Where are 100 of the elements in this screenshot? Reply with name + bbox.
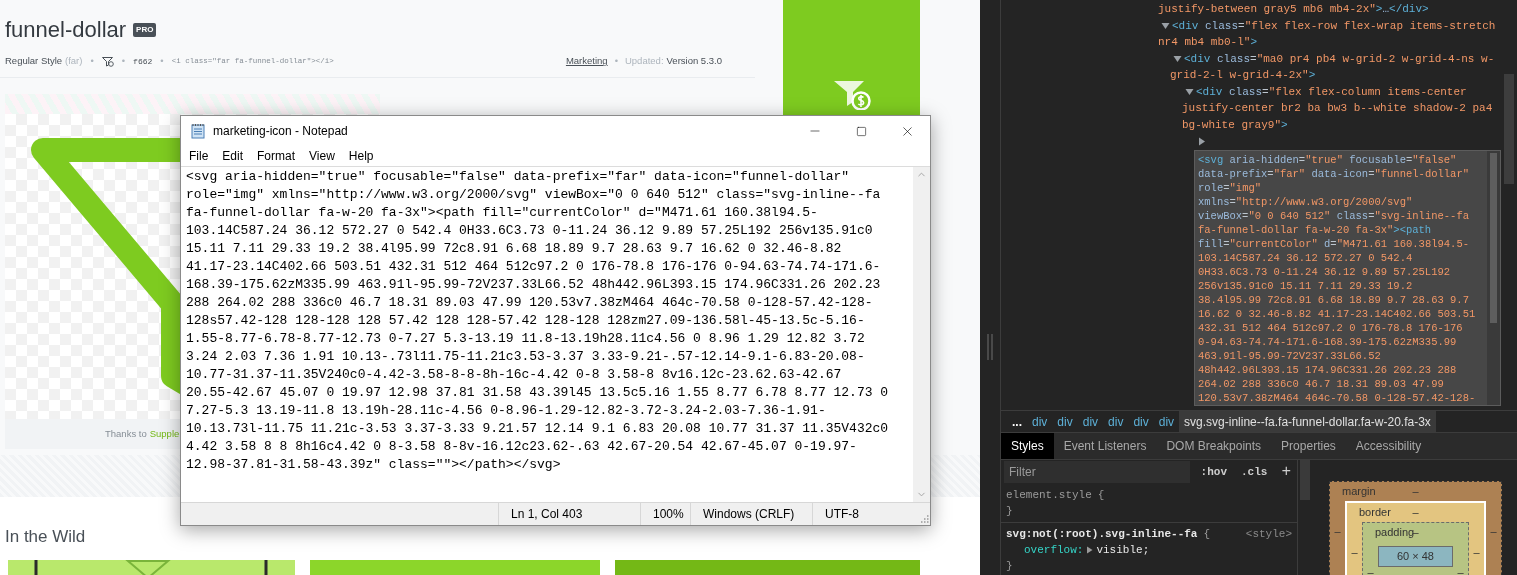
- code-line: 463.91l-95.99-72V237.33L66.52: [1198, 348, 1381, 363]
- menu-item[interactable]: Help: [341, 147, 381, 165]
- style-source[interactable]: <style>: [1245, 526, 1292, 542]
- breadcrumb-item[interactable]: div: [1128, 411, 1154, 432]
- box-label: border: [1359, 505, 1391, 521]
- expanded-caret-icon[interactable]: [1173, 54, 1182, 64]
- text-line: 41.17-23.14C402.66 503.51 432.31 512 464 512c97.2 0 176-78.8 176-176 0-94.63-74.74-171.6-: [186, 258, 881, 276]
- box-value: –: [1350, 545, 1359, 560]
- box-value: –: [1472, 545, 1481, 560]
- pro-badge: PRO: [133, 23, 157, 37]
- collapsed-caret-icon[interactable]: [1197, 136, 1206, 146]
- box-value: –: [1412, 484, 1419, 500]
- css-brace: {: [1097, 488, 1105, 503]
- box-value: –: [1366, 565, 1375, 575]
- text-line: 288 264.02 288 336c0 46.7 18.31 89.03 47.99 120.53v7.38zM464 464c-70.58 0-128-57.42-128-: [186, 294, 873, 312]
- code-line: role="img": [1198, 180, 1262, 195]
- expanded-caret-icon[interactable]: [1161, 21, 1170, 31]
- expand-caret-icon[interactable]: [1086, 546, 1094, 554]
- menu-item[interactable]: Edit: [215, 147, 251, 165]
- scrollbar[interactable]: [913, 167, 930, 502]
- code-line: 256v135.91c0 15.11 7.11 29.33 19.2: [1198, 278, 1413, 293]
- code-line: fa-funnel-dollar fa-w-20 fa-3x"><path: [1198, 222, 1432, 237]
- breadcrumb-item[interactable]: div: [1027, 411, 1053, 432]
- credit-text: Thanks to: [105, 426, 147, 441]
- box-value: –: [1456, 565, 1465, 575]
- code-line: justify-center br2 ba bw3 b--white shadow-2 pa4: [1182, 101, 1493, 116]
- panel-tab[interactable]: Event Listeners: [1053, 433, 1157, 459]
- css-selector: element.style: [1006, 488, 1092, 503]
- text-line: <svg aria-hidden="true" focusable="false" data-prefix="far" data-icon="funnel-dollar": [186, 168, 850, 186]
- code-line: <div class="flex flex-column items-center: [1196, 84, 1467, 100]
- panel-tab[interactable]: Properties: [1271, 433, 1346, 459]
- breadcrumb-item[interactable]: div: [1077, 411, 1104, 432]
- style-tool-button[interactable]: +: [1278, 460, 1294, 484]
- css-brace: }: [1006, 560, 1013, 572]
- bullet: •: [614, 54, 618, 69]
- code-line: 103.14C587.24 36.12 572.27 0 542.4: [1198, 250, 1413, 265]
- text-line: fa-funnel-dollar fa-w-20 fa-3x"><path fill="currentColor" d="M471.61 160.38l94.5-: [186, 204, 818, 222]
- style-prefix: (far): [65, 54, 83, 69]
- box-value: –: [1412, 505, 1419, 521]
- menu-item[interactable]: View: [302, 147, 342, 165]
- text-line: role="img" xmlns="http://www.w3.org/2000/svg" viewBox="0 0 640 512" class="svg-inline--fa: [186, 186, 881, 204]
- code-line: grid-2-l w-grid-4-2x">: [1170, 68, 1316, 83]
- html-editor-field[interactable]: [1194, 149, 1501, 406]
- css-property: overflow:: [1024, 543, 1084, 558]
- code-line: <div class="ma0 pr4 pb4 w-grid-2 w-grid-4-ns w-: [1184, 51, 1495, 67]
- css-brace: {: [1203, 527, 1211, 542]
- css-selector: svg:not(:root).svg-inline--fa: [1006, 527, 1198, 542]
- bullet: •: [160, 54, 164, 69]
- code-line: data-prefix="far" data-icon="funnel-dollar": [1198, 166, 1469, 181]
- code-line: 38.4l95.99 72c8.91 6.68 18.89 9.7 28.63 9.7: [1198, 292, 1469, 307]
- breadcrumb-item[interactable]: svg.svg-inline--fa.fa-funnel-dollar.fa-w-20.fa-3x: [1179, 411, 1436, 432]
- text-line: 12.98-37.81-31.58-43.39z" class=""></path></svg>: [186, 456, 561, 474]
- code-line: 432.31 512 464 512c97.2 0 176-78.8 176-176: [1198, 320, 1463, 335]
- menu-item[interactable]: Format: [250, 147, 303, 165]
- code-line: justify-between gray5 mb6 mb4-2x">…</div>: [1158, 2, 1429, 17]
- code-line: fill="currentColor" d="M471.61 160.38l94.5-: [1198, 236, 1469, 251]
- code-line: bg-white gray9">: [1182, 117, 1288, 133]
- filter-field[interactable]: Filter: [1004, 461, 1190, 483]
- breadcrumb-item[interactable]: div: [1153, 411, 1180, 432]
- code-line: <svg aria-hidden="true" focusable="false": [1198, 152, 1457, 167]
- section-heading: In the Wild: [5, 527, 87, 547]
- style-tool-button[interactable]: :hov: [1197, 463, 1230, 481]
- status-text: 100%: [653, 506, 684, 523]
- unicode-value: f662: [133, 55, 153, 68]
- box-label: margin: [1342, 484, 1376, 500]
- panel-tab[interactable]: Accessibility: [1345, 433, 1432, 459]
- scrollbar-thumb[interactable]: [1490, 152, 1497, 323]
- status-text: Windows (CRLF): [703, 506, 795, 523]
- bullet: •: [121, 54, 126, 69]
- text-line: 7.27-5.3 13.19-11.8 13.19h-28.11c-4.56 0-8.96-1.29-12.82-3.72-3.24-2.03-7.36-1.91-: [186, 402, 826, 420]
- css-value: visible;: [1096, 543, 1150, 558]
- funnel-dollar-icon: [832, 80, 871, 110]
- splitter-handle-icon[interactable]: [987, 333, 993, 360]
- maximize-icon: [855, 125, 867, 137]
- code-line: <div class="flex flex-row flex-wrap items-stretch: [1172, 18, 1496, 34]
- text-line: 10.13.73l-11.75 11.21c-3.53 3.37-3.33 9.21.57 12.14 9.1 6.83 20.08 10.77 31.37 11.35V432c0: [186, 420, 889, 438]
- style-tool-button[interactable]: .cls: [1238, 463, 1271, 481]
- code-line: nr4 mb4 mb0-l">: [1158, 35, 1258, 50]
- menu-item[interactable]: File: [182, 147, 216, 165]
- style-name: Regular Style: [5, 54, 63, 69]
- text-line: 1.55-8.77-6.78-8.77-12.73 0-7.27 5.3-13.19 11.8-13.19h28.11c4.56 0 8.96 1.29 12.82 3.72: [186, 330, 865, 348]
- scrollbar-thumb[interactable]: [1504, 74, 1514, 184]
- text-line: 168.39-175.62zM335.99 463.91l-95.99-72V237.33L66.52 48h442.96L393.15 174.96C331.26 202.23: [186, 276, 881, 294]
- category-link[interactable]: Marketing: [565, 54, 608, 69]
- breadcrumb-item[interactable]: div: [1103, 411, 1129, 432]
- panel-tab[interactable]: DOM Breakpoints: [1156, 433, 1272, 459]
- breadcrumb-item[interactable]: ...: [1007, 411, 1027, 432]
- scrollbar-thumb[interactable]: [1300, 460, 1310, 500]
- funnel-icon[interactable]: [101, 56, 114, 67]
- text-line: 20.55-42.67 45.07 0 19.97 12.98 37.81 31.58 43.39l45 13.5c5.16 1.55 8.77 6.78 8.77 12.73 0: [186, 384, 889, 402]
- panel-tab[interactable]: Styles: [1001, 433, 1054, 459]
- status-text: Ln 1, Col 403: [511, 506, 583, 523]
- code-line: viewBox="0 0 640 512" class="svg-inline--fa: [1198, 208, 1469, 223]
- text-line: 10.77-31.37-11.35V240c0-4.42-3.58-8-8-8h-16c-4.42 0-8 3.58-8 8v16.12c-23.62.63-42.67: [186, 366, 842, 384]
- status-text: UTF-8: [825, 506, 859, 523]
- window-title: marketing-icon - Notepad: [213, 123, 349, 140]
- expanded-caret-icon[interactable]: [1185, 87, 1194, 97]
- box-value: –: [1333, 524, 1342, 539]
- text-line: 128s57.42-128 128-128 128 57.42 128 128-57.42 128-128 128zm27.09-136.58l-45-13.5c-5.16-: [186, 312, 865, 330]
- breadcrumb-item[interactable]: div: [1052, 411, 1078, 432]
